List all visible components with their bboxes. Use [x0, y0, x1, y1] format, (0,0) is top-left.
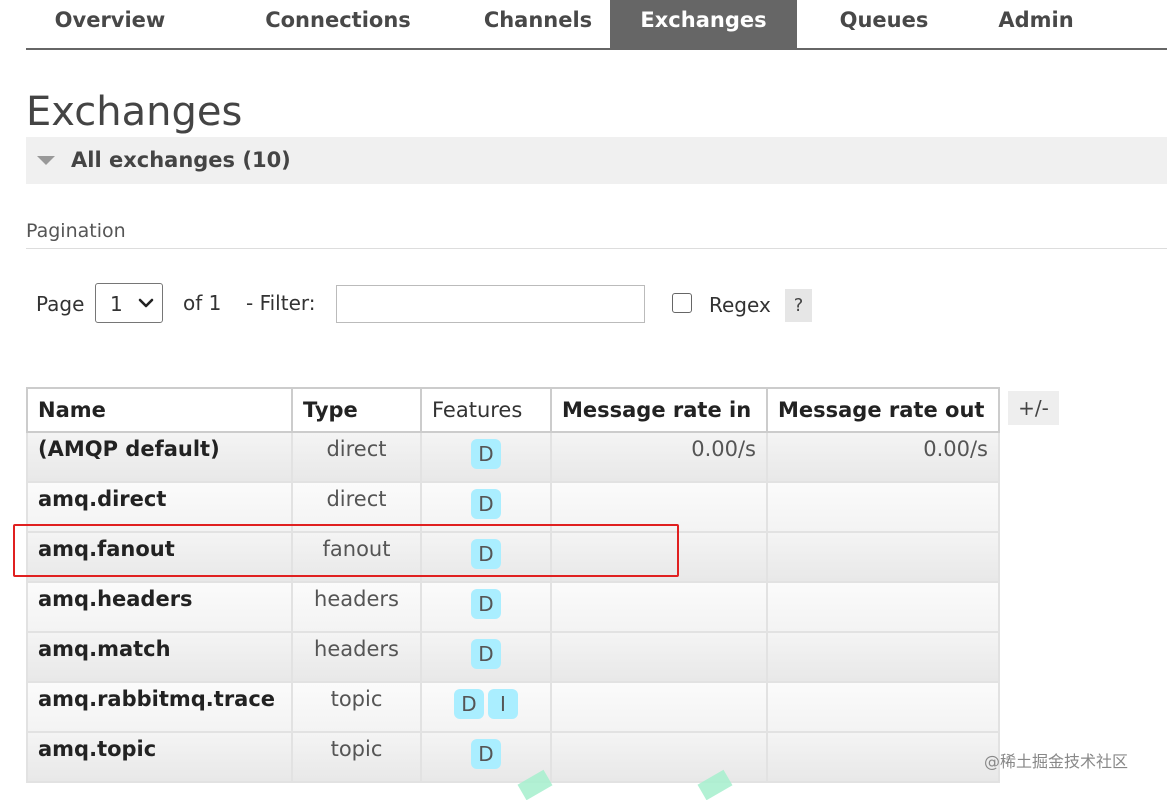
column-header-type[interactable]: Type [291, 387, 422, 433]
pagination-controls: Page 1 of 1 - Filter: Regex ? [0, 283, 1167, 327]
internal-badge[interactable]: I [488, 689, 518, 719]
column-header-rate-in[interactable]: Message rate in [550, 387, 768, 433]
rate-out [766, 731, 1000, 783]
table-row: amq.topic topic D [26, 731, 1000, 783]
exchange-name-link[interactable]: amq.match [26, 631, 293, 683]
tab-queues[interactable]: Queues [816, 0, 952, 48]
rate-out [766, 581, 1000, 633]
page-label: Page [36, 292, 85, 316]
regex-help-button[interactable]: ? [785, 289, 812, 322]
exchange-features: D [420, 581, 552, 633]
rate-in [550, 531, 768, 583]
table-row: amq.headers headers D [26, 581, 1000, 633]
tab-admin[interactable]: Admin [982, 0, 1090, 48]
regex-label: Regex [709, 293, 771, 317]
exchange-type: topic [291, 731, 422, 783]
exchange-features: D [420, 431, 552, 483]
rate-out [766, 631, 1000, 683]
tab-exchanges[interactable]: Exchanges [610, 0, 797, 48]
durable-badge[interactable]: D [471, 639, 501, 669]
exchange-name-link[interactable]: amq.headers [26, 581, 293, 633]
column-header-rate-out[interactable]: Message rate out [766, 387, 1000, 433]
page-title: Exchanges [26, 89, 243, 135]
watermark: @稀土掘金技术社区 [984, 752, 1129, 771]
durable-badge[interactable]: D [471, 439, 501, 469]
durable-badge[interactable]: D [471, 489, 501, 519]
column-header-name[interactable]: Name [26, 387, 293, 433]
top-nav: Overview Connections Channels Exchanges … [26, 0, 1167, 50]
rate-in [550, 481, 768, 533]
filter-input[interactable] [336, 285, 645, 323]
rate-in: 0.00/s [550, 431, 768, 483]
page-count-label: of 1 [183, 291, 222, 315]
column-visibility-toggle[interactable]: +/- [1008, 391, 1059, 425]
column-header-features: Features [420, 387, 552, 433]
exchange-features: D [420, 531, 552, 583]
exchange-type: topic [291, 681, 422, 733]
exchange-name-link[interactable]: (AMQP default) [26, 431, 293, 483]
exchange-name-link[interactable]: amq.direct [26, 481, 293, 533]
exchange-type: headers [291, 581, 422, 633]
table-row: amq.match headers D [26, 631, 1000, 683]
table-header-row: Name Type Features Message rate in Messa… [26, 387, 1000, 433]
page-select[interactable]: 1 [95, 283, 163, 323]
chevron-down-icon [138, 298, 154, 308]
section-title: All exchanges (10) [71, 148, 291, 172]
exchange-type: direct [291, 481, 422, 533]
durable-badge[interactable]: D [471, 739, 501, 769]
exchange-type: fanout [291, 531, 422, 583]
exchange-type: headers [291, 631, 422, 683]
tab-overview[interactable]: Overview [26, 0, 194, 48]
exchange-type: direct [291, 431, 422, 483]
rate-in [550, 631, 768, 683]
filter-label: - Filter: [246, 291, 316, 315]
exchange-features: D [420, 481, 552, 533]
page-select-value: 1 [110, 292, 123, 316]
exchange-features: DI [420, 681, 552, 733]
all-exchanges-section-toggle[interactable]: All exchanges (10) [26, 137, 1167, 184]
rate-out: 0.00/s [766, 431, 1000, 483]
rate-out [766, 531, 1000, 583]
rate-in [550, 681, 768, 733]
exchange-features: D [420, 731, 552, 783]
durable-badge[interactable]: D [471, 589, 501, 619]
table-row: amq.rabbitmq.trace topic DI [26, 681, 1000, 733]
rate-in [550, 731, 768, 783]
exchange-name-link[interactable]: amq.rabbitmq.trace [26, 681, 293, 733]
durable-badge[interactable]: D [454, 689, 484, 719]
exchange-name-link[interactable]: amq.topic [26, 731, 293, 783]
rate-in [550, 581, 768, 633]
table-row: amq.fanout fanout D [26, 531, 1000, 583]
regex-checkbox[interactable] [672, 293, 692, 313]
table-row: amq.direct direct D [26, 481, 1000, 533]
exchange-name-link[interactable]: amq.fanout [26, 531, 293, 583]
table-row: (AMQP default) direct D 0.00/s 0.00/s [26, 431, 1000, 483]
triangle-down-icon [37, 156, 55, 165]
rate-out [766, 481, 1000, 533]
exchanges-table: Name Type Features Message rate in Messa… [26, 387, 1000, 783]
exchange-features: D [420, 631, 552, 683]
rate-out [766, 681, 1000, 733]
durable-badge[interactable]: D [471, 539, 501, 569]
tab-channels[interactable]: Channels [452, 0, 624, 48]
tab-connections[interactable]: Connections [221, 0, 455, 48]
pagination-heading: Pagination [26, 217, 1167, 249]
